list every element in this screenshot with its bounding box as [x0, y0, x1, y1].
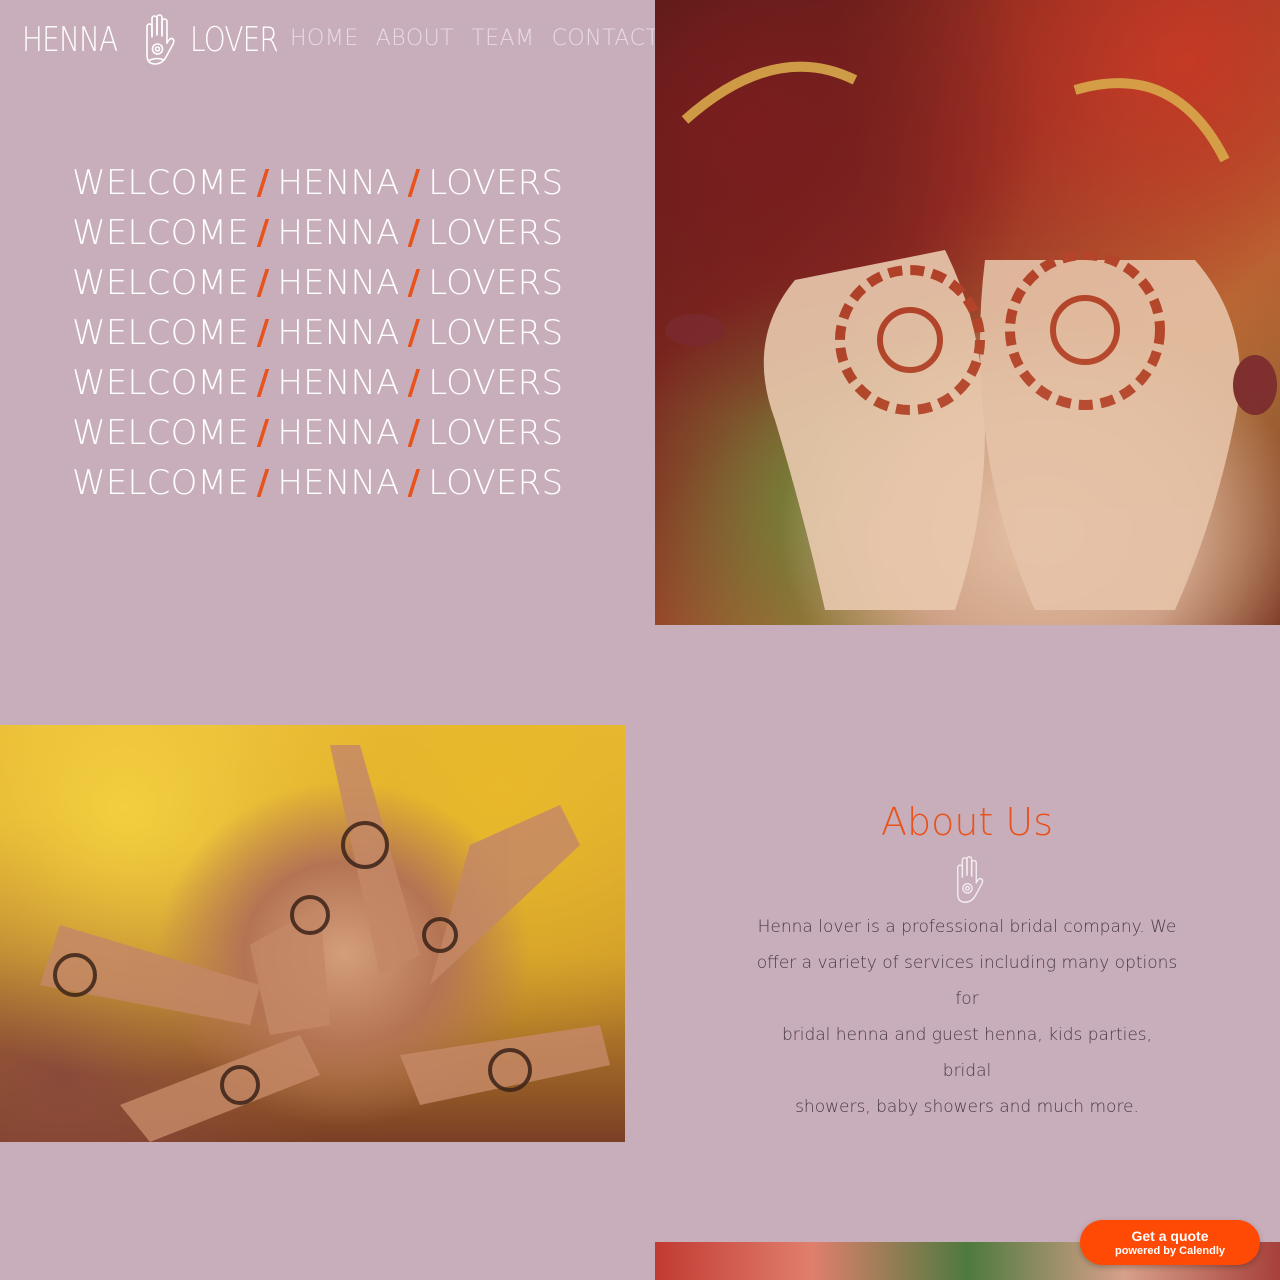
- welcome-headline: WELCOME / HENNA / LOVERS WELCOME / HENNA / LOVER…: [72, 158, 563, 508]
- henna-word: HENNA: [277, 213, 400, 253]
- henna-palms-photo: [655, 0, 1280, 625]
- site-logo[interactable]: HENNA LOVER: [22, 12, 297, 68]
- henna-word: HENNA: [277, 263, 400, 303]
- henna-word: HENNA: [277, 363, 400, 403]
- badge-label: Get a quote: [1131, 1228, 1209, 1244]
- slash-separator: /: [407, 363, 421, 403]
- about-description: Henna lover is a professional bridal com…: [756, 909, 1178, 1125]
- henna-word: HENNA: [277, 463, 400, 503]
- hands-illustration: [40, 745, 610, 1142]
- lovers-word: LOVERS: [428, 463, 564, 503]
- hamsa-hand-icon: [146, 14, 175, 65]
- about-section: About Us Henna lover is a professional b…: [756, 795, 1178, 1125]
- welcome-word: WELCOME: [72, 213, 249, 253]
- logo-text-lover: LOVER: [190, 20, 279, 60]
- slash-separator: /: [407, 463, 421, 503]
- welcome-word: WELCOME: [72, 313, 249, 353]
- slash-separator: /: [256, 413, 270, 453]
- about-line: Henna lover is a professional bridal com…: [757, 917, 1177, 937]
- slash-separator: /: [407, 163, 421, 203]
- lovers-word: LOVERS: [428, 163, 564, 203]
- welcome-line: WELCOME / HENNA / LOVERS: [72, 158, 563, 208]
- lovers-word: LOVERS: [428, 213, 564, 253]
- about-line: offer a variety of services including ma…: [756, 953, 1178, 1009]
- slash-separator: /: [256, 463, 270, 503]
- badge-sublabel: powered by Calendly: [1114, 1245, 1226, 1257]
- group-henna-hands-photo: [0, 725, 625, 1142]
- nav-team-link[interactable]: TEAM: [471, 24, 534, 54]
- lovers-word: LOVERS: [428, 263, 564, 303]
- welcome-word: WELCOME: [72, 163, 249, 203]
- slash-separator: /: [256, 363, 270, 403]
- welcome-word: WELCOME: [72, 463, 249, 503]
- lovers-word: LOVERS: [428, 413, 564, 453]
- slash-separator: /: [407, 263, 421, 303]
- welcome-line: WELCOME / HENNA / LOVERS: [72, 458, 563, 508]
- welcome-line: WELCOME / HENNA / LOVERS: [72, 308, 563, 358]
- about-title: About Us: [880, 800, 1054, 844]
- welcome-line: WELCOME / HENNA / LOVERS: [72, 208, 563, 258]
- slash-separator: /: [407, 213, 421, 253]
- henna-word: HENNA: [277, 313, 400, 353]
- lovers-word: LOVERS: [428, 313, 564, 353]
- main-nav: HOME ABOUT TEAM CONTACT: [290, 24, 659, 54]
- slash-separator: /: [256, 313, 270, 353]
- lovers-word: LOVERS: [428, 363, 564, 403]
- nav-home-link[interactable]: HOME: [290, 24, 359, 54]
- about-line: bridal henna and guest henna, kids parti…: [781, 1025, 1153, 1081]
- slash-separator: /: [256, 263, 270, 303]
- henna-word: HENNA: [277, 163, 400, 203]
- slash-separator: /: [256, 163, 270, 203]
- henna-word: HENNA: [277, 413, 400, 453]
- welcome-word: WELCOME: [72, 263, 249, 303]
- welcome-line: WELCOME / HENNA / LOVERS: [72, 408, 563, 458]
- nav-contact-link[interactable]: CONTACT: [552, 24, 660, 54]
- slash-separator: /: [407, 413, 421, 453]
- about-line: showers, baby showers and much more.: [795, 1097, 1139, 1117]
- hamsa-hand-icon: [957, 856, 984, 903]
- get-a-quote-button[interactable]: Get a quote powered by Calendly: [1080, 1220, 1260, 1265]
- slash-separator: /: [256, 213, 270, 253]
- welcome-word: WELCOME: [72, 413, 249, 453]
- nav-about-link[interactable]: ABOUT: [376, 24, 454, 54]
- slash-separator: /: [407, 313, 421, 353]
- logo-text-henna: HENNA: [22, 20, 118, 60]
- welcome-line: WELCOME / HENNA / LOVERS: [72, 358, 563, 408]
- welcome-word: WELCOME: [72, 363, 249, 403]
- palms-illustration: [665, 61, 1277, 610]
- welcome-line: WELCOME / HENNA / LOVERS: [72, 258, 563, 308]
